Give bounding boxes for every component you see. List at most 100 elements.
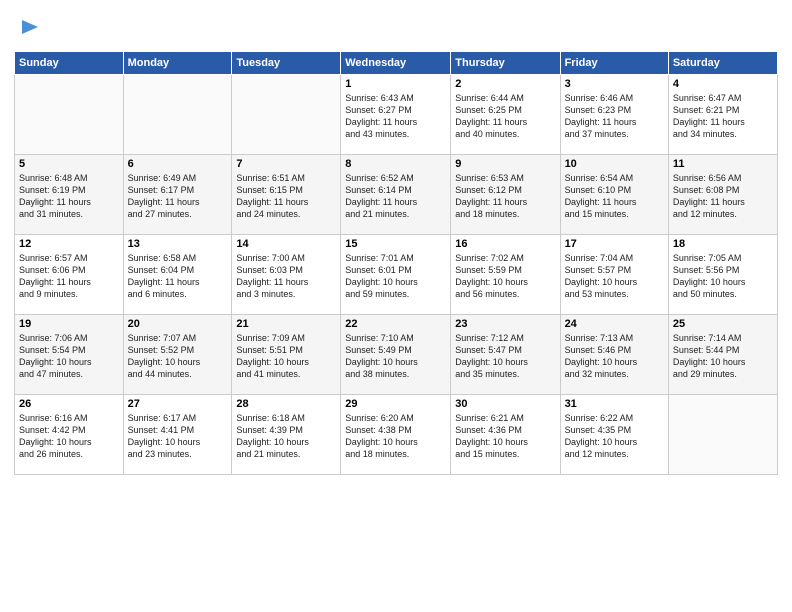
day-cell-22: 22Sunrise: 7:10 AM Sunset: 5:49 PM Dayli… — [341, 315, 451, 395]
day-info: Sunrise: 6:20 AM Sunset: 4:38 PM Dayligh… — [345, 412, 446, 461]
day-info: Sunrise: 6:43 AM Sunset: 6:27 PM Dayligh… — [345, 92, 446, 141]
day-info: Sunrise: 6:21 AM Sunset: 4:36 PM Dayligh… — [455, 412, 555, 461]
day-cell-30: 30 Sunrise: 6:21 AM Sunset: 4:36 PM Dayli… — [451, 395, 560, 475]
day-number: 20 — [128, 318, 228, 330]
day-number: 27 — [128, 398, 228, 410]
day-info: Sunrise: 7:01 AM Sunset: 6:01 PM Dayligh… — [345, 252, 446, 301]
logo-arrow-icon — [18, 16, 40, 38]
day-info: Sunrise: 6:49 AM Sunset: 6:17 PM Dayligh… — [128, 172, 228, 221]
day-cell-12: 12 Sunrise: 6:57 AM Sunset: 6:06 PM Dayli… — [15, 235, 124, 315]
day-number: 25 — [673, 318, 773, 330]
day-cell-21: 21 Sunrise: 7:09 AM Sunset: 5:51 PM Dayli… — [232, 315, 341, 395]
day-number: 14 — [236, 238, 336, 250]
day-info: Sunrise: 6:58 AM Sunset: 6:04 PM Dayligh… — [128, 252, 228, 301]
day-number: 21 — [236, 318, 336, 330]
day-number: 31 — [565, 398, 664, 410]
day-info: Sunrise: 7:07 AM Sunset: 5:52 PM Dayligh… — [128, 332, 228, 381]
day-info: Sunrise: 7:00 AM Sunset: 6:03 PM Dayligh… — [236, 252, 336, 301]
day-number: 9 — [455, 158, 555, 170]
day-cell-10: 10 Sunrise: 6:54 AM Sunset: 6:10 PM Dayli… — [560, 155, 668, 235]
day-cell-15: 15Sunrise: 7:01 AM Sunset: 6:01 PM Dayli… — [341, 235, 451, 315]
day-cell-14: 14 Sunrise: 7:00 AM Sunset: 6:03 PM Dayli… — [232, 235, 341, 315]
day-number: 24 — [565, 318, 664, 330]
day-info: Sunrise: 7:12 AM Sunset: 5:47 PM Dayligh… — [455, 332, 555, 381]
day-cell-26: 26 Sunrise: 6:16 AM Sunset: 4:42 PM Dayli… — [15, 395, 124, 475]
day-info: Sunrise: 7:06 AM Sunset: 5:54 PM Dayligh… — [19, 332, 119, 381]
day-number: 19 — [19, 318, 119, 330]
day-info: Sunrise: 7:09 AM Sunset: 5:51 PM Dayligh… — [236, 332, 336, 381]
week-row-1: 1 Sunrise: 6:43 AM Sunset: 6:27 PM Daylig… — [15, 75, 778, 155]
day-number: 10 — [565, 158, 664, 170]
day-cell-16: 16Sunrise: 7:02 AM Sunset: 5:59 PM Dayli… — [451, 235, 560, 315]
day-number: 13 — [128, 238, 228, 250]
day-cell-28: 28 Sunrise: 6:18 AM Sunset: 4:39 PM Dayli… — [232, 395, 341, 475]
week-row-3: 12 Sunrise: 6:57 AM Sunset: 6:06 PM Dayli… — [15, 235, 778, 315]
day-cell-1: 1 Sunrise: 6:43 AM Sunset: 6:27 PM Daylig… — [341, 75, 451, 155]
day-cell-31: 31 Sunrise: 6:22 AM Sunset: 4:35 PM Dayli… — [560, 395, 668, 475]
day-number: 5 — [19, 158, 119, 170]
day-number: 29 — [345, 398, 446, 410]
weekday-header-thursday: Thursday — [451, 52, 560, 75]
empty-cell — [123, 75, 232, 155]
day-number: 1 — [345, 78, 446, 90]
day-cell-2: 2 Sunrise: 6:44 AM Sunset: 6:25 PM Daylig… — [451, 75, 560, 155]
day-cell-4: 4Sunrise: 6:47 AM Sunset: 6:21 PM Daylig… — [668, 75, 777, 155]
day-info: Sunrise: 7:13 AM Sunset: 5:46 PM Dayligh… — [565, 332, 664, 381]
calendar-page: SundayMondayTuesdayWednesdayThursdayFrid… — [0, 0, 792, 612]
empty-cell — [15, 75, 124, 155]
day-info: Sunrise: 6:53 AM Sunset: 6:12 PM Dayligh… — [455, 172, 555, 221]
day-number: 23 — [455, 318, 555, 330]
weekday-header-friday: Friday — [560, 52, 668, 75]
day-info: Sunrise: 7:14 AM Sunset: 5:44 PM Dayligh… — [673, 332, 773, 381]
day-number: 17 — [565, 238, 664, 250]
day-cell-29: 29 Sunrise: 6:20 AM Sunset: 4:38 PM Dayli… — [341, 395, 451, 475]
day-cell-5: 5 Sunrise: 6:48 AM Sunset: 6:19 PM Daylig… — [15, 155, 124, 235]
day-number: 26 — [19, 398, 119, 410]
day-number: 18 — [673, 238, 773, 250]
weekday-header-wednesday: Wednesday — [341, 52, 451, 75]
day-info: Sunrise: 7:04 AM Sunset: 5:57 PM Dayligh… — [565, 252, 664, 301]
day-info: Sunrise: 7:02 AM Sunset: 5:59 PM Dayligh… — [455, 252, 555, 301]
day-info: Sunrise: 6:48 AM Sunset: 6:19 PM Dayligh… — [19, 172, 119, 221]
day-info: Sunrise: 7:05 AM Sunset: 5:56 PM Dayligh… — [673, 252, 773, 301]
weekday-header-tuesday: Tuesday — [232, 52, 341, 75]
day-cell-24: 24 Sunrise: 7:13 AM Sunset: 5:46 PM Dayli… — [560, 315, 668, 395]
calendar-table: SundayMondayTuesdayWednesdayThursdayFrid… — [14, 51, 778, 475]
day-info: Sunrise: 6:51 AM Sunset: 6:15 PM Dayligh… — [236, 172, 336, 221]
week-row-2: 5 Sunrise: 6:48 AM Sunset: 6:19 PM Daylig… — [15, 155, 778, 235]
weekday-header-saturday: Saturday — [668, 52, 777, 75]
empty-cell — [232, 75, 341, 155]
day-info: Sunrise: 6:44 AM Sunset: 6:25 PM Dayligh… — [455, 92, 555, 141]
day-number: 30 — [455, 398, 555, 410]
day-info: Sunrise: 6:47 AM Sunset: 6:21 PM Dayligh… — [673, 92, 773, 141]
header — [14, 10, 778, 43]
day-cell-27: 27 Sunrise: 6:17 AM Sunset: 4:41 PM Dayli… — [123, 395, 232, 475]
day-number: 11 — [673, 158, 773, 170]
day-info: Sunrise: 6:22 AM Sunset: 4:35 PM Dayligh… — [565, 412, 664, 461]
logo — [14, 10, 40, 43]
weekday-header-monday: Monday — [123, 52, 232, 75]
day-cell-11: 11Sunrise: 6:56 AM Sunset: 6:08 PM Dayli… — [668, 155, 777, 235]
day-number: 8 — [345, 158, 446, 170]
day-number: 12 — [19, 238, 119, 250]
day-number: 7 — [236, 158, 336, 170]
day-info: Sunrise: 6:46 AM Sunset: 6:23 PM Dayligh… — [565, 92, 664, 141]
day-number: 28 — [236, 398, 336, 410]
day-info: Sunrise: 6:18 AM Sunset: 4:39 PM Dayligh… — [236, 412, 336, 461]
day-info: Sunrise: 6:57 AM Sunset: 6:06 PM Dayligh… — [19, 252, 119, 301]
day-cell-20: 20 Sunrise: 7:07 AM Sunset: 5:52 PM Dayli… — [123, 315, 232, 395]
day-number: 3 — [565, 78, 664, 90]
day-number: 2 — [455, 78, 555, 90]
day-number: 6 — [128, 158, 228, 170]
day-cell-6: 6 Sunrise: 6:49 AM Sunset: 6:17 PM Daylig… — [123, 155, 232, 235]
day-cell-19: 19 Sunrise: 7:06 AM Sunset: 5:54 PM Dayli… — [15, 315, 124, 395]
day-cell-25: 25 Sunrise: 7:14 AM Sunset: 5:44 PM Dayli… — [668, 315, 777, 395]
day-info: Sunrise: 7:10 AM Sunset: 5:49 PM Dayligh… — [345, 332, 446, 381]
empty-cell — [668, 395, 777, 475]
day-cell-7: 7 Sunrise: 6:51 AM Sunset: 6:15 PM Daylig… — [232, 155, 341, 235]
day-info: Sunrise: 6:17 AM Sunset: 4:41 PM Dayligh… — [128, 412, 228, 461]
day-info: Sunrise: 6:54 AM Sunset: 6:10 PM Dayligh… — [565, 172, 664, 221]
day-cell-17: 17 Sunrise: 7:04 AM Sunset: 5:57 PM Dayli… — [560, 235, 668, 315]
day-info: Sunrise: 6:16 AM Sunset: 4:42 PM Dayligh… — [19, 412, 119, 461]
weekday-header-sunday: Sunday — [15, 52, 124, 75]
